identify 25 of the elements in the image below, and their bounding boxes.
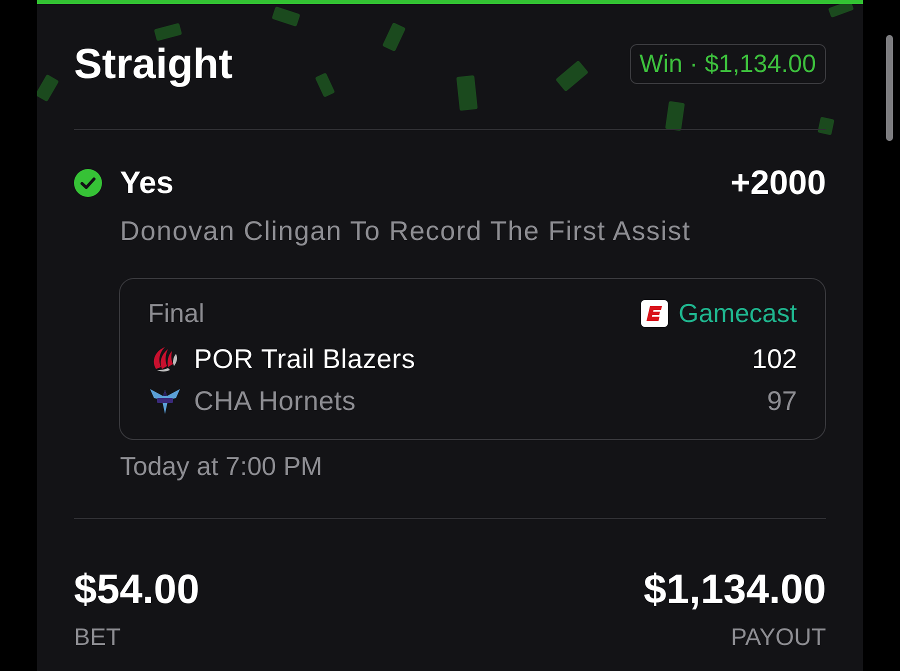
game-time: Today at 7:00 PM — [120, 451, 322, 481]
logo-icon — [640, 300, 668, 326]
scrollbar-thumb[interactable] — [886, 35, 893, 141]
market-description: Donovan Clingan To Record The First Assist — [120, 215, 691, 247]
amount-label: BET — [74, 623, 121, 653]
amount-value: $1,134.00 — [644, 565, 826, 613]
team-logo-icon — [152, 345, 178, 373]
amount-value: $54.00 — [74, 565, 200, 613]
team-logo-icon — [148, 386, 182, 416]
confetti-piece — [272, 6, 300, 27]
team-score: 97 — [766, 385, 797, 418]
bet-type-title: Straight — [74, 40, 233, 88]
team-name: POR Trail Blazers — [194, 343, 416, 376]
confetti-piece — [665, 101, 685, 131]
team-score: 102 — [752, 343, 797, 376]
team-name: CHA Hornets — [194, 385, 356, 418]
gamecast-link[interactable]: Gamecast — [640, 298, 797, 328]
result-badge: Win · $1,134.00 — [630, 44, 826, 84]
game-status: Final — [148, 298, 204, 328]
confetti-piece — [818, 116, 834, 136]
odds-label: +2000 — [730, 165, 826, 201]
pick-label: Yes — [120, 165, 174, 201]
confetti-piece — [828, 4, 854, 18]
confetti-piece — [456, 75, 478, 111]
amount-label: PAYOUT — [730, 623, 826, 653]
